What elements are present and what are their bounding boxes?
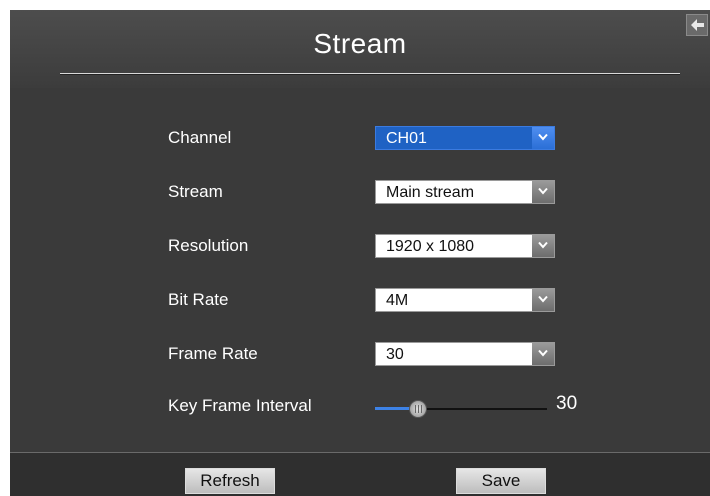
key-frame-interval-value: 30 (556, 393, 578, 414)
frame-rate-value: 30 (386, 346, 404, 363)
stream-settings-dialog: Stream Channel CH01 Stream Main stream R… (10, 10, 710, 496)
chevron-down-icon[interactable] (532, 289, 554, 311)
slider-thumb[interactable] (409, 400, 427, 418)
bit-rate-label: Bit Rate (168, 290, 229, 309)
save-button[interactable]: Save (456, 468, 546, 494)
channel-row: Channel CH01 (10, 124, 710, 154)
resolution-value: 1920 x 1080 (386, 238, 475, 255)
page-title: Stream (313, 28, 407, 59)
chevron-down-icon[interactable] (532, 235, 554, 257)
refresh-button[interactable]: Refresh (185, 468, 275, 494)
bit-rate-row: Bit Rate 4M (10, 286, 710, 316)
bit-rate-value: 4M (386, 292, 409, 309)
stream-row: Stream Main stream (10, 178, 710, 208)
frame-rate-select[interactable]: 30 (375, 342, 555, 366)
title-divider (60, 73, 680, 75)
dialog-footer: Refresh Save (10, 452, 710, 496)
resolution-row: Resolution 1920 x 1080 (10, 232, 710, 262)
resolution-select[interactable]: 1920 x 1080 (375, 234, 555, 258)
bit-rate-select[interactable]: 4M (375, 288, 555, 312)
resolution-label: Resolution (168, 236, 249, 255)
key-frame-interval-slider[interactable] (375, 400, 547, 418)
back-button[interactable] (686, 14, 708, 36)
chevron-down-icon[interactable] (532, 127, 554, 149)
channel-label: Channel (168, 128, 232, 147)
dialog-header: Stream (10, 10, 710, 88)
frame-rate-row: Frame Rate 30 (10, 340, 710, 370)
stream-value: Main stream (386, 184, 475, 201)
stream-select[interactable]: Main stream (375, 180, 555, 204)
key-frame-interval-label: Key Frame Interval (168, 396, 312, 415)
back-arrow-icon (691, 19, 704, 31)
stream-label: Stream (168, 182, 223, 201)
key-frame-interval-row: Key Frame Interval 30 (10, 392, 710, 422)
chevron-down-icon[interactable] (532, 181, 554, 203)
channel-value: CH01 (386, 130, 427, 147)
frame-rate-label: Frame Rate (168, 344, 258, 363)
channel-select[interactable]: CH01 (375, 126, 555, 150)
chevron-down-icon[interactable] (532, 343, 554, 365)
